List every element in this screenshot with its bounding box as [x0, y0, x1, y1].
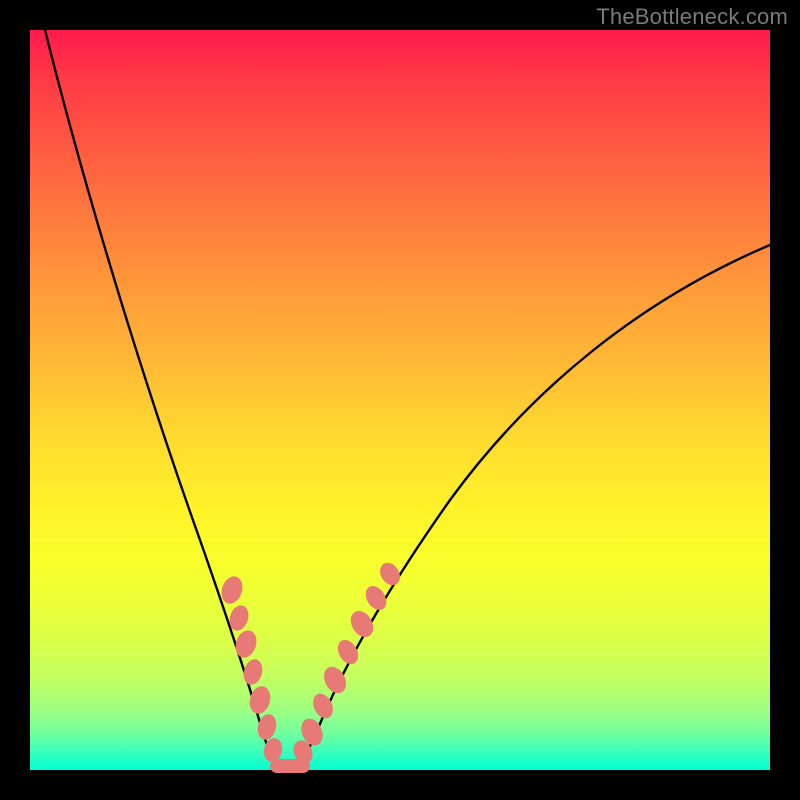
- beads-layer: [218, 559, 404, 773]
- curve-layer: [30, 30, 770, 770]
- plot-area: [30, 30, 770, 770]
- beads-right: [290, 559, 404, 766]
- right-branch-path: [298, 245, 770, 770]
- watermark-text: TheBottleneck.com: [596, 4, 788, 30]
- beads-left: [218, 574, 284, 764]
- chart-frame: TheBottleneck.com: [0, 0, 800, 800]
- v-curve: [45, 30, 770, 770]
- left-branch-path: [45, 30, 278, 770]
